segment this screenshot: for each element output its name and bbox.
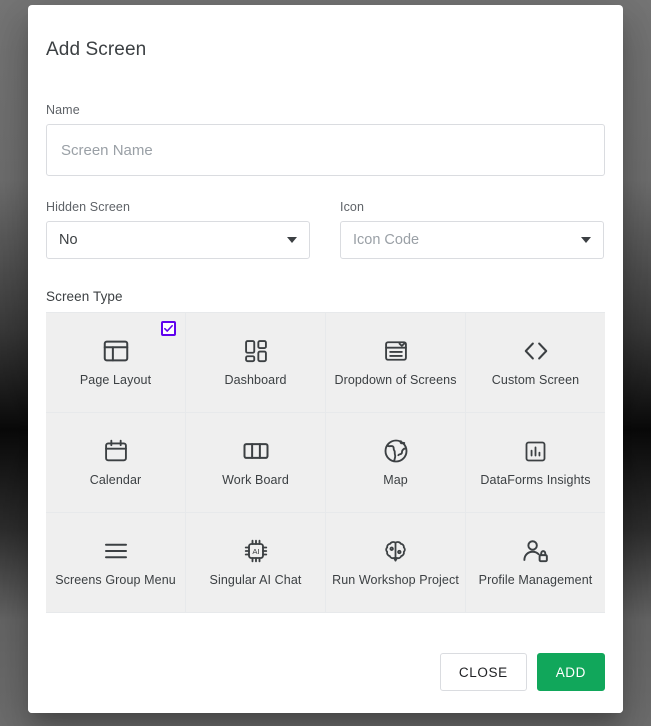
- screen-type-label: Screen Type: [46, 289, 123, 304]
- icon-code-select[interactable]: Icon Code: [340, 221, 604, 259]
- screen-name-input[interactable]: [46, 124, 605, 176]
- tile-label: Dashboard: [224, 373, 287, 388]
- tile-label: Work Board: [222, 473, 289, 488]
- check-icon: [164, 324, 173, 332]
- add-button[interactable]: ADD: [536, 653, 605, 691]
- selected-checkbox[interactable]: [161, 321, 176, 336]
- hidden-screen-group: Hidden Screen No: [46, 200, 310, 259]
- close-button[interactable]: CLOSE: [439, 653, 527, 691]
- page-layout-icon: [101, 334, 131, 368]
- screen-type-tile-calendar[interactable]: Calendar: [46, 413, 185, 512]
- tile-label: Page Layout: [79, 373, 152, 388]
- tile-label: Dropdown of Screens: [334, 373, 457, 388]
- tile-label: Profile Management: [478, 573, 593, 588]
- tile-label: DataForms Insights: [480, 473, 591, 488]
- dropdown-of-screens-icon: [382, 334, 410, 368]
- screen-type-tile-screens-group-menu[interactable]: Screens Group Menu: [46, 513, 185, 612]
- globe-icon: [382, 434, 410, 468]
- dialog-footer: CLOSE ADD: [28, 631, 623, 713]
- options-row: Hidden Screen No Icon Icon Code: [46, 200, 605, 259]
- person-lock-icon: [521, 534, 550, 568]
- dialog-body: Add Screen Name Hidden Screen No Icon Ic…: [28, 5, 623, 613]
- screen-type-tile-page-layout[interactable]: Page Layout: [46, 313, 185, 412]
- screen-type-tile-run-workshop-project[interactable]: Run Workshop Project: [326, 513, 465, 612]
- screen-type-tile-dataforms-insights[interactable]: DataForms Insights: [466, 413, 605, 512]
- tile-label: Screens Group Menu: [55, 573, 176, 588]
- add-screen-dialog: Add Screen Name Hidden Screen No Icon Ic…: [28, 5, 623, 713]
- calendar-icon: [102, 434, 130, 468]
- tile-label: Map: [383, 473, 408, 488]
- hidden-screen-label: Hidden Screen: [46, 200, 130, 214]
- chevron-down-icon: [581, 237, 591, 243]
- ai-chip-icon: AI: [242, 534, 270, 568]
- name-field-group: Name: [46, 103, 605, 176]
- dashboard-icon: [242, 334, 270, 368]
- icon-code-value: Icon Code: [353, 232, 420, 248]
- screen-type-tile-dropdown-of-screens[interactable]: Dropdown of Screens: [326, 313, 465, 412]
- screen-type-tile-dashboard[interactable]: Dashboard: [186, 313, 325, 412]
- chevron-down-icon: [287, 237, 297, 243]
- tile-label: Singular AI Chat: [209, 573, 302, 588]
- tile-label: Calendar: [89, 473, 142, 488]
- screen-type-tile-map[interactable]: Map: [326, 413, 465, 512]
- screen-type-tile-singular-ai-chat[interactable]: AI Singular AI Chat: [186, 513, 325, 612]
- svg-text:AI: AI: [252, 547, 259, 556]
- brain-icon: [382, 534, 409, 568]
- hamburger-menu-icon: [101, 534, 131, 568]
- icon-code-group: Icon Icon Code: [340, 200, 604, 259]
- icon-label: Icon: [340, 200, 365, 214]
- work-board-icon: [241, 434, 271, 468]
- code-brackets-icon: [521, 334, 551, 368]
- screen-type-tile-work-board[interactable]: Work Board: [186, 413, 325, 512]
- bar-chart-icon: [522, 434, 549, 468]
- hidden-screen-select[interactable]: No: [46, 221, 310, 259]
- tile-label: Custom Screen: [491, 373, 580, 388]
- screen-type-tile-profile-management[interactable]: Profile Management: [466, 513, 605, 612]
- screen-type-grid: Page Layout Dashboard Dropdown of Screen…: [46, 312, 605, 613]
- screen-type-tile-custom-screen[interactable]: Custom Screen: [466, 313, 605, 412]
- tile-label: Run Workshop Project: [332, 573, 459, 588]
- dialog-title: Add Screen: [46, 39, 147, 60]
- name-label: Name: [46, 103, 80, 117]
- hidden-screen-value: No: [59, 232, 78, 248]
